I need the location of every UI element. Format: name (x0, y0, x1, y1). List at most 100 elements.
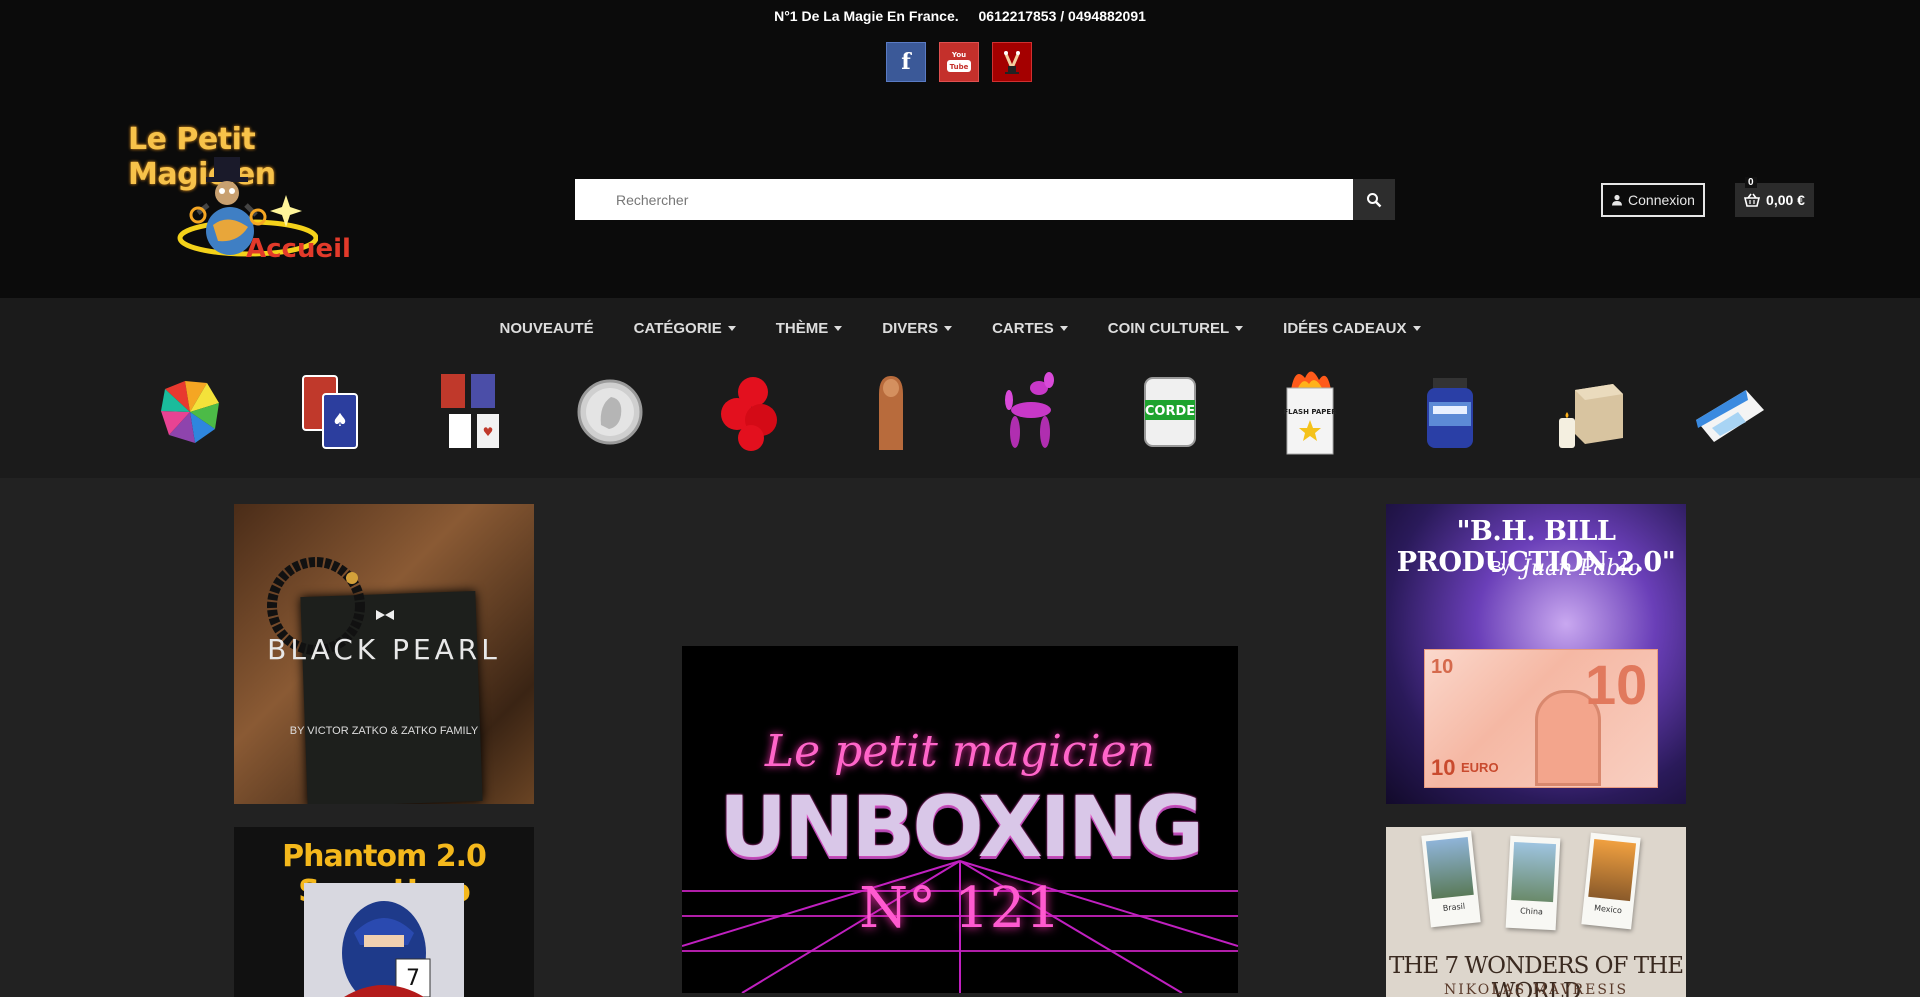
svg-text:♥: ♥ (483, 425, 494, 439)
flash-paper-icon[interactable]: FLASH PAPER (1265, 362, 1355, 462)
jar-glyph (1427, 378, 1473, 448)
polaroid-caption: Brasil (1442, 901, 1466, 913)
candle-box-glyph (1559, 384, 1623, 448)
svg-text:FLASH PAPER: FLASH PAPER (1283, 408, 1337, 416)
menu-label: CARTES (992, 320, 1054, 337)
youtube-glyph: You Tube (947, 51, 971, 72)
thumb-tip-icon[interactable] (845, 362, 935, 462)
top-info-line: N°1 De La Magie En France. 0612217853 / … (0, 8, 1920, 24)
bill-value-small: 10 (1431, 656, 1454, 678)
menu-item-nouveaute[interactable]: NOUVEAUTÉ (479, 320, 613, 337)
menu-item-categorie[interactable]: CATÉGORIE (614, 320, 756, 337)
polaroid-caption: Mexico (1593, 903, 1623, 916)
bh-bill-by: By (1491, 559, 1510, 576)
coin-glyph (577, 379, 643, 445)
rainbow-foulards-icon[interactable] (145, 362, 235, 462)
search-input[interactable] (575, 179, 1353, 220)
rope-can-icon[interactable]: CORDE (1125, 362, 1215, 462)
chevron-down-icon (834, 326, 843, 331)
youtube-icon[interactable]: You Tube (939, 42, 979, 82)
rope-can-glyph: CORDE (1144, 377, 1196, 447)
magic-jar-icon[interactable] (1405, 362, 1495, 462)
magic-hat-glyph (1004, 51, 1020, 74)
search-button[interactable] (1353, 179, 1395, 220)
unboxing-video-tile[interactable]: Le petit magicien UNBOXING N° 121 (682, 646, 1238, 993)
bh-bill-product-tile[interactable]: "B.H. BILL PRODUCTION 2.0" By Juan Pablo… (1386, 504, 1686, 804)
dvd-glyph (1696, 390, 1764, 442)
polaroid-mexico: Mexico (1581, 832, 1641, 930)
magic-dvd-icon[interactable] (1685, 362, 1775, 462)
menu-item-coin-culturel[interactable]: COIN CULTUREL (1088, 320, 1263, 337)
chevron-down-icon (727, 326, 736, 331)
svg-text:CORDE: CORDE (1145, 404, 1195, 419)
trick-cards-icon[interactable]: ♥ (425, 362, 515, 462)
euro-banknote-image: 10 10 10 EURO (1424, 649, 1658, 788)
seven-wonders-product-tile[interactable]: Brasil China Mexico THE 7 WONDERS OF THE… (1386, 827, 1686, 997)
menu-label: CATÉGORIE (633, 320, 722, 337)
tagline: N°1 De La Magie En France. (774, 8, 959, 24)
superhero-card-image: 7 (304, 883, 464, 997)
candle-box-icon[interactable] (1545, 362, 1635, 462)
menu-item-theme[interactable]: THÈME (756, 320, 863, 337)
menu-label: COIN CULTUREL (1107, 320, 1230, 337)
home-content: BLACK PEARL BY VICTOR ZATKO & ZATKO FAMI… (0, 478, 1920, 997)
login-label: Connexion (1628, 192, 1695, 208)
red-sponge-balls-icon[interactable] (705, 362, 795, 462)
svg-text:7: 7 (406, 966, 420, 991)
black-pearl-title: BLACK PEARL (267, 633, 501, 666)
sponge-balls-glyph (721, 377, 777, 451)
user-icon (1612, 194, 1623, 206)
chevron-down-icon (1235, 326, 1244, 331)
menu-label: NOUVEAUTÉ (499, 320, 594, 337)
menu-item-idees-cadeaux[interactable]: IDÉES CADEAUX (1263, 320, 1440, 337)
login-button[interactable]: Connexion (1601, 183, 1705, 217)
phantom-product-tile[interactable]: Phantom 2.0 SuperHero 7 (234, 827, 534, 997)
flash-paper-glyph: FLASH PAPER (1283, 371, 1337, 455)
main-navigation: NOUVEAUTÉ CATÉGORIE THÈME DIVERS CARTES … (0, 298, 1920, 478)
chevron-down-icon (1412, 326, 1421, 331)
bicycle-cards-icon[interactable]: ♠ (285, 362, 375, 462)
bowtie-icon (376, 610, 394, 620)
chevron-down-icon (944, 326, 953, 331)
phone-numbers: 0612217853 / 0494882091 (978, 8, 1146, 24)
foulards-glyph (161, 381, 219, 443)
balloon-dog-icon[interactable] (985, 362, 1075, 462)
unboxing-subtitle: Le petit magicien (764, 726, 1156, 777)
polaroid-china: China (1505, 835, 1561, 931)
balloon-dog-glyph (1005, 372, 1054, 448)
social-links: f You Tube (886, 42, 1032, 82)
menu-label: IDÉES CADEAUX (1283, 320, 1407, 337)
category-icon-strip: ♠ ♥ CORDE FLASH PAPER (0, 362, 1920, 462)
search-bar (575, 179, 1395, 220)
facebook-glyph: f (901, 49, 911, 75)
cart-button[interactable]: 0 0,00 € (1735, 177, 1814, 217)
cart-total: 0,00 € (1766, 192, 1805, 208)
facebook-icon[interactable]: f (886, 42, 926, 82)
svg-text:Tube: Tube (950, 63, 969, 71)
site-header: N°1 De La Magie En France. 0612217853 / … (0, 0, 1920, 298)
menu-label: DIVERS (882, 320, 939, 337)
polaroid-brasil: Brasil (1421, 830, 1481, 928)
bill-value-large: 10 (1585, 653, 1648, 716)
bill-currency: EURO (1461, 760, 1499, 775)
bill-value-bottom: 10 (1431, 755, 1456, 780)
black-pearl-product-tile[interactable]: BLACK PEARL BY VICTOR ZATKO & ZATKO FAMI… (234, 504, 534, 804)
unboxing-number: N° 121 (859, 876, 1061, 941)
half-dollar-coin-icon[interactable] (565, 362, 655, 462)
svg-text:♠: ♠ (332, 410, 348, 431)
unboxing-title: UNBOXING (718, 778, 1204, 876)
menu-bar: NOUVEAUTÉ CATÉGORIE THÈME DIVERS CARTES … (0, 320, 1920, 337)
search-icon (1367, 192, 1382, 207)
seven-wonders-author: NIKOLAS MAVRESIS (1443, 982, 1629, 997)
black-pearl-subtitle: BY VICTOR ZATKO & ZATKO FAMILY (289, 725, 479, 737)
polaroid-caption: China (1519, 906, 1544, 917)
trick-cards-glyph: ♥ (441, 374, 499, 448)
basket-icon (1744, 193, 1761, 207)
menu-item-divers[interactable]: DIVERS (862, 320, 972, 337)
home-link[interactable]: Accueil (246, 234, 351, 264)
magic-hat-icon[interactable] (992, 42, 1032, 82)
thumb-tip-glyph (879, 376, 903, 450)
site-logo[interactable]: Le Petit Magicien Accueil (128, 118, 358, 273)
menu-item-cartes[interactable]: CARTES (972, 320, 1088, 337)
svg-text:You: You (951, 51, 966, 59)
